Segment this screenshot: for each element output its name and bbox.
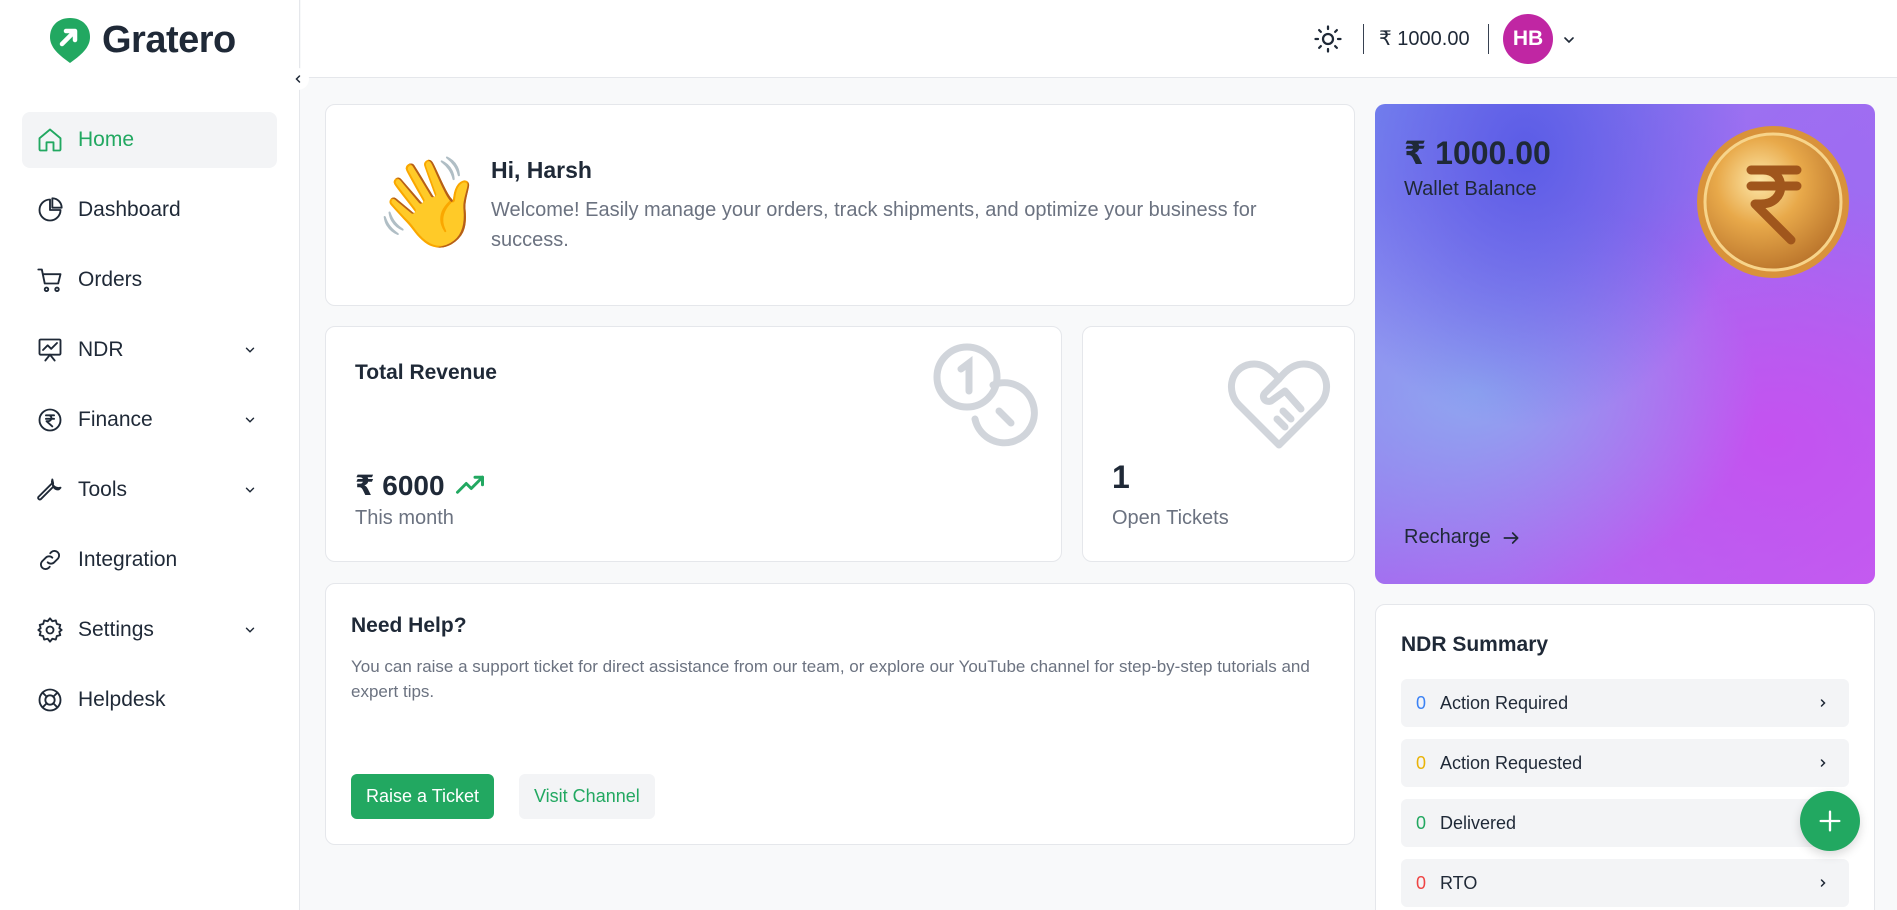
raise-ticket-button[interactable]: Raise a Ticket: [351, 774, 495, 819]
total-revenue-card: Total Revenue ₹ 6000 This month: [325, 326, 1062, 562]
recharge-link[interactable]: Recharge: [1404, 526, 1521, 549]
lifebuoy-icon: [38, 688, 62, 712]
sidebar-collapse-button[interactable]: [287, 68, 309, 90]
visit-channel-button[interactable]: Visit Channel: [519, 774, 655, 819]
ndr-count: 0: [1416, 872, 1427, 893]
theme-toggle-sun-icon[interactable]: [1313, 24, 1343, 54]
need-help-card: Need Help? You can raise a support ticke…: [325, 583, 1355, 845]
open-tickets-count: 1: [1112, 459, 1130, 495]
open-tickets-card[interactable]: 1 Open Tickets: [1082, 326, 1355, 562]
revenue-period: This month: [355, 507, 454, 529]
ndr-row-action-required[interactable]: 0 Action Required: [1401, 679, 1849, 727]
welcome-message: Welcome! Easily manage your orders, trac…: [491, 199, 1257, 251]
help-text: You can raise a support ticket for direc…: [351, 657, 1310, 701]
topbar-wallet-balance[interactable]: ₹ 1000.00: [1379, 24, 1470, 54]
sidebar-nav: Home Dashboard Orders NDR Finance Tools …: [22, 112, 277, 742]
ndr-label: Delivered: [1440, 812, 1517, 833]
sidebar: Gratero Home Dashboard Orders NDR Financ…: [0, 0, 300, 910]
brand-logo[interactable]: Gratero: [48, 16, 236, 64]
chevron-down-icon: [245, 347, 255, 353]
chevron-right-icon: [1820, 699, 1826, 707]
sidebar-item-label: Dashboard: [78, 198, 181, 221]
sidebar-item-dashboard[interactable]: Dashboard: [22, 182, 277, 238]
sidebar-item-tools[interactable]: Tools: [22, 462, 277, 518]
sidebar-item-label: Integration: [78, 548, 178, 571]
chevron-right-icon: [1820, 879, 1826, 887]
ndr-label: RTO: [1440, 872, 1478, 893]
add-fab-button[interactable]: [1800, 791, 1860, 851]
topbar-divider: [1488, 24, 1489, 54]
brand-name: Gratero: [102, 18, 236, 61]
sidebar-item-label: Settings: [78, 618, 154, 641]
gear-icon: [37, 617, 63, 643]
chevron-right-icon: [1820, 759, 1826, 767]
welcome-card: 👋 Hi, Harsh Welcome! Easily manage your …: [325, 104, 1355, 306]
sidebar-item-integration[interactable]: Integration: [22, 532, 277, 588]
wallet-label: Wallet Balance: [1404, 178, 1537, 200]
sidebar-item-ndr[interactable]: NDR: [22, 322, 277, 378]
home-icon: [38, 128, 62, 152]
ndr-label: Action Requested: [1440, 752, 1583, 773]
chevron-down-icon: [245, 487, 255, 493]
recharge-label: Recharge: [1404, 526, 1491, 548]
ndr-summary-title: NDR Summary: [1401, 633, 1549, 656]
plus-icon: [1819, 810, 1841, 832]
rupee-coin-icon: [1697, 126, 1849, 278]
gratero-logo-icon: [50, 18, 90, 63]
waving-hand-icon: 👋: [374, 153, 484, 252]
sidebar-item-label: NDR: [78, 338, 124, 361]
pie-chart-icon: [38, 197, 63, 222]
trending-up-icon: [455, 475, 484, 494]
sidebar-item-label: Tools: [78, 478, 128, 501]
arrow-right-icon: [1503, 531, 1519, 544]
rupee-circle-icon: [38, 408, 62, 432]
top-bar: [301, 0, 1897, 78]
ndr-count: 0: [1416, 752, 1427, 773]
coins-icon: [933, 343, 1038, 447]
sidebar-item-settings[interactable]: Settings: [22, 602, 277, 658]
wallet-amount: ₹ 1000.00: [1404, 135, 1551, 171]
heart-handshake-icon: [1228, 360, 1330, 449]
help-title: Need Help?: [351, 614, 467, 637]
chevron-down-icon: [245, 417, 255, 423]
ndr-count: 0: [1416, 812, 1427, 833]
sidebar-item-orders[interactable]: Orders: [22, 252, 277, 308]
sidebar-item-label: Finance: [78, 408, 153, 431]
topbar-divider: [1363, 24, 1364, 54]
link-icon: [39, 549, 61, 571]
ndr-summary-card: NDR Summary 0 Action Required 0 Action R…: [1375, 604, 1875, 910]
wrench-icon: [37, 478, 62, 501]
sidebar-item-home[interactable]: Home: [22, 112, 277, 168]
ndr-row-action-requested[interactable]: 0 Action Requested: [1401, 739, 1849, 787]
revenue-value: ₹ 6000: [355, 470, 445, 501]
chevron-left-icon: [295, 75, 301, 83]
revenue-title: Total Revenue: [355, 361, 497, 384]
greeting-heading: Hi, Harsh: [491, 157, 592, 183]
avatar[interactable]: HB: [1503, 14, 1553, 64]
revenue-value-row: ₹ 6000: [355, 469, 485, 502]
ndr-label: Action Required: [1440, 692, 1569, 713]
sidebar-item-label: Orders: [78, 268, 143, 291]
sidebar-item-label: Home: [78, 128, 135, 151]
presentation-chart-icon: [38, 338, 62, 362]
cart-icon: [37, 268, 62, 293]
ndr-row-delivered[interactable]: 0 Delivered: [1401, 799, 1849, 847]
chevron-down-icon: [245, 627, 255, 633]
ndr-row-rto[interactable]: 0 RTO: [1401, 859, 1849, 907]
open-tickets-label: Open Tickets: [1112, 507, 1229, 529]
sidebar-item-label: Helpdesk: [78, 688, 166, 711]
sidebar-item-helpdesk[interactable]: Helpdesk: [22, 672, 277, 728]
wallet-card: ₹ 1000.00 Wallet Balance Recharge: [1375, 104, 1875, 584]
ndr-count: 0: [1416, 692, 1427, 713]
chevron-down-icon[interactable]: [1561, 32, 1577, 48]
sidebar-item-finance[interactable]: Finance: [22, 392, 277, 448]
